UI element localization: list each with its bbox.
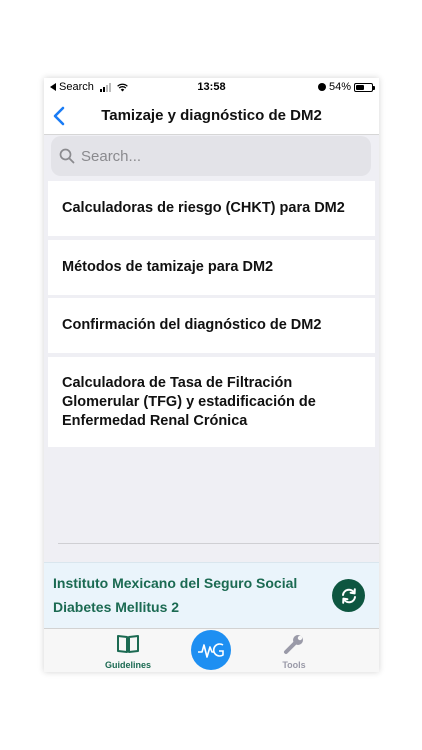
list-item[interactable]: Métodos de tamizaje para DM2	[48, 240, 375, 295]
battery-percent: 54%	[328, 81, 351, 93]
status-right: 54%	[317, 81, 375, 93]
battery-level	[356, 84, 365, 90]
divider	[58, 543, 379, 544]
search-input[interactable]	[81, 147, 351, 165]
tab-bar: Guidelines Tools	[44, 628, 379, 672]
page-title: Tamizaje y diagnóstico de DM2	[101, 107, 322, 124]
app-window: Search 13:58 54% Tamizaje y diagnóstico …	[44, 78, 379, 672]
tab-guidelines[interactable]: Guidelines	[88, 629, 168, 672]
battery-icon	[354, 82, 375, 92]
list-item-label: Confirmación del diagnóstico de DM2	[62, 317, 322, 333]
list-item[interactable]: Confirmación del diagnóstico de DM2	[48, 298, 375, 353]
search-bar[interactable]	[51, 136, 371, 176]
wrench-icon	[284, 635, 303, 654]
institution-name: Instituto Mexicano del Seguro Social	[53, 575, 298, 591]
list-item-label: Calculadoras de riesgo (CHKT) para DM2	[62, 200, 345, 216]
list-item[interactable]: Calculadoras de riesgo (CHKT) para DM2	[48, 181, 375, 236]
search-icon	[59, 148, 75, 164]
tab-label: Tools	[282, 660, 306, 670]
institution-banner: Instituto Mexicano del Seguro Social Dia…	[44, 562, 379, 628]
list-item-label: Métodos de tamizaje para DM2	[62, 259, 274, 275]
book-icon	[117, 635, 139, 653]
home-logo-button[interactable]	[191, 630, 231, 670]
list-item[interactable]: Calculadora de Tasa de Filtración Glomer…	[48, 357, 375, 447]
guide-name: Diabetes Mellitus 2	[53, 599, 180, 615]
navigation-bar: Tamizaje y diagnóstico de DM2	[44, 97, 379, 135]
alarm-icon	[317, 83, 326, 91]
refresh-icon	[341, 587, 356, 604]
status-bar: Search 13:58 54%	[44, 78, 379, 97]
refresh-button[interactable]	[332, 579, 365, 612]
mg-logo-icon	[198, 643, 224, 658]
tab-tools[interactable]: Tools	[254, 629, 334, 672]
list-item-label: Calculadora de Tasa de Filtración Glomer…	[62, 374, 316, 429]
tab-label: Guidelines	[104, 660, 151, 670]
